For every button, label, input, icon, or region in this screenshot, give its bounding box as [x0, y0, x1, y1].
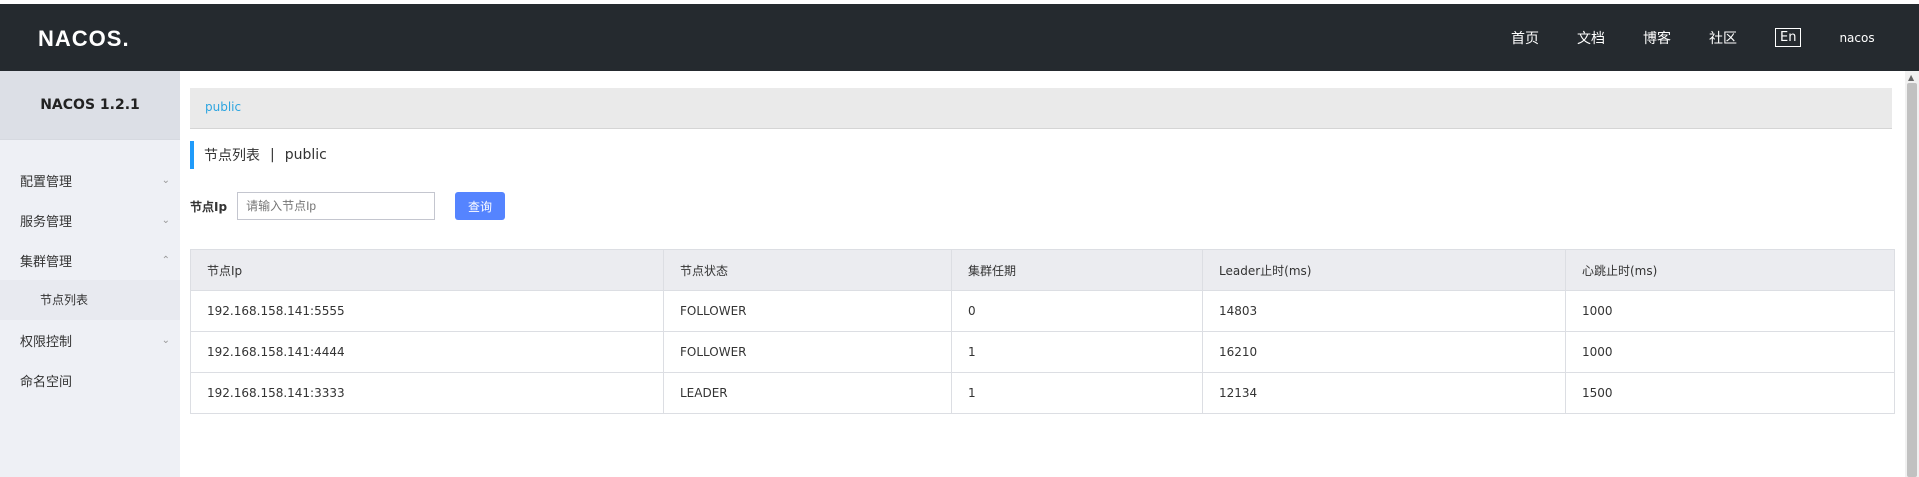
top-navbar: NACOS. 首页 文档 博客 社区 En nacos — [0, 0, 1919, 71]
page-title-text: 节点列表 — [204, 148, 260, 164]
sidebar-item-service[interactable]: 服务管理 ⌄ — [0, 200, 180, 240]
nav-home[interactable]: 首页 — [1511, 28, 1539, 48]
language-toggle[interactable]: En — [1775, 28, 1802, 47]
col-header-leader-due[interactable]: Leader止时(ms) — [1202, 249, 1566, 291]
sidebar-item-label: 配置管理 — [20, 174, 73, 190]
cell-term: 0 — [951, 290, 1203, 332]
cell-node-state: FOLLOWER — [663, 290, 952, 332]
nav-blog[interactable]: 博客 — [1643, 28, 1671, 48]
scroll-up-arrow-icon[interactable]: ▲ — [1908, 73, 1914, 82]
cell-leader-due: 14803 — [1202, 290, 1566, 332]
chevron-down-icon: ⌄ — [161, 334, 170, 346]
table-row: 192.168.158.141:3333 LEADER 1 12134 1500 — [190, 372, 1895, 414]
table-row: 192.168.158.141:5555 FOLLOWER 0 14803 10… — [190, 290, 1895, 332]
chevron-up-icon: ⌃ — [161, 254, 170, 266]
chevron-down-icon: ⌄ — [161, 214, 170, 226]
col-header-term[interactable]: 集群任期 — [951, 249, 1203, 291]
query-button[interactable]: 查询 — [455, 192, 506, 220]
sidebar-subitem-node-list[interactable]: 节点列表 — [0, 280, 180, 320]
breadcrumb: public — [190, 88, 1892, 129]
nav-docs[interactable]: 文档 — [1577, 28, 1605, 48]
sidebar-item-config[interactable]: 配置管理 ⌄ — [0, 160, 180, 200]
sidebar-item-label: 服务管理 — [20, 214, 73, 230]
main-content: public 节点列表 | public 节点Ip 查询 节点Ip 节点状态 集… — [190, 71, 1895, 477]
version-label: NACOS 1.2.1 — [0, 71, 180, 140]
cell-heartbeat-due: 1500 — [1565, 372, 1895, 414]
cell-heartbeat-due: 1000 — [1565, 331, 1895, 373]
cell-heartbeat-due: 1000 — [1565, 290, 1895, 332]
cell-leader-due: 12134 — [1202, 372, 1566, 414]
col-header-node-state[interactable]: 节点状态 — [663, 249, 952, 291]
page-title: 节点列表 | public — [190, 141, 327, 169]
sidebar: NACOS 1.2.1 配置管理 ⌄ 服务管理 ⌄ 集群管理 ⌃ 节点列表 权限… — [0, 71, 180, 477]
table-row: 192.168.158.141:4444 FOLLOWER 1 16210 10… — [190, 331, 1895, 373]
nav-community[interactable]: 社区 — [1709, 28, 1737, 48]
node-ip-label: 节点Ip — [190, 199, 228, 214]
node-table: 节点Ip 节点状态 集群任期 Leader止时(ms) 心跳止时(ms) 192… — [190, 249, 1895, 414]
col-header-heartbeat-due[interactable]: 心跳止时(ms) — [1565, 249, 1895, 291]
col-header-node-ip[interactable]: 节点Ip — [190, 249, 664, 291]
vertical-scrollbar[interactable]: ▲ — [1905, 71, 1919, 477]
top-nav: 首页 文档 博客 社区 En nacos — [1511, 4, 1875, 71]
scrollbar-thumb[interactable] — [1907, 83, 1917, 477]
nacos-logo[interactable]: NACOS. — [38, 26, 130, 52]
cell-node-ip: 192.168.158.141:4444 — [190, 331, 664, 373]
sidebar-item-permission[interactable]: 权限控制 ⌄ — [0, 320, 180, 360]
user-menu[interactable]: nacos — [1839, 31, 1874, 45]
cell-term: 1 — [951, 331, 1203, 373]
sidebar-item-namespace[interactable]: 命名空间 — [0, 360, 180, 400]
sidebar-item-label: 权限控制 — [20, 334, 73, 350]
cell-node-state: FOLLOWER — [663, 331, 952, 373]
sidebar-item-label: 命名空间 — [20, 374, 73, 390]
cell-node-ip: 192.168.158.141:3333 — [190, 372, 664, 414]
sidebar-item-cluster[interactable]: 集群管理 ⌃ — [0, 240, 180, 280]
sidebar-item-label: 集群管理 — [20, 254, 73, 270]
search-form: 节点Ip 查询 — [190, 191, 506, 221]
table-header-row: 节点Ip 节点状态 集群任期 Leader止时(ms) 心跳止时(ms) — [190, 249, 1895, 291]
cell-node-state: LEADER — [663, 372, 952, 414]
cell-term: 1 — [951, 372, 1203, 414]
namespace-breadcrumb-link[interactable]: public — [205, 100, 241, 114]
page-title-namespace: public — [284, 147, 327, 163]
cell-node-ip: 192.168.158.141:5555 — [190, 290, 664, 332]
node-ip-input[interactable] — [237, 192, 436, 220]
chevron-down-icon: ⌄ — [161, 174, 170, 186]
cell-leader-due: 16210 — [1202, 331, 1566, 373]
title-separator: | — [270, 147, 275, 163]
